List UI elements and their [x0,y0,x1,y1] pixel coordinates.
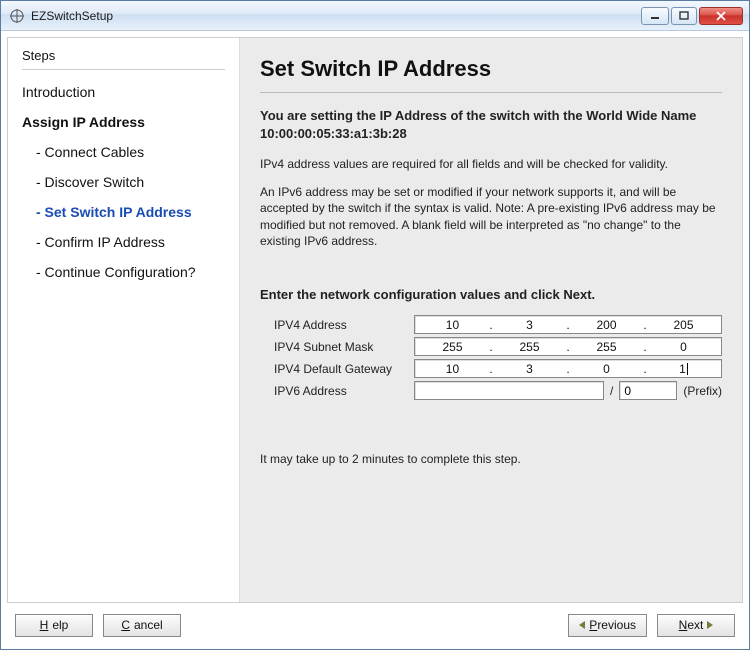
label-ipv4-mask: IPV4 Subnet Mask [274,340,414,354]
ipv4-gateway-input[interactable]: 10. 3. 0. 1 [414,359,722,378]
info-ipv4: IPv4 address values are required for all… [260,156,722,172]
previous-button[interactable]: Previous [568,614,647,637]
label-ipv4-gateway: IPV4 Default Gateway [274,362,414,376]
ipv4-addr-oct1[interactable]: 10 [417,318,488,332]
lead-text: You are setting the IP Address of the sw… [260,107,722,142]
ipv4-gw-oct3[interactable]: 0 [571,362,642,376]
window-body: Steps Introduction Assign IP Address - C… [1,31,749,649]
row-ipv4-gateway: IPV4 Default Gateway 10. 3. 0. 1 [274,359,722,378]
ipv4-mask-input[interactable]: 255. 255. 255. 0 [414,337,722,356]
network-form: IPV4 Address 10. 3. 200. 205 IPV4 Subnet… [274,312,722,403]
label-prefix: (Prefix) [683,384,722,398]
close-button[interactable] [699,7,743,25]
content-area: Steps Introduction Assign IP Address - C… [7,37,743,603]
substep-discover-switch[interactable]: - Discover Switch [36,174,225,190]
titlebar: EZSwitchSetup [1,1,749,31]
page-title: Set Switch IP Address [260,56,722,82]
steps-header: Steps [22,48,225,63]
ipv4-mask-oct1[interactable]: 255 [417,340,488,354]
footer-bar: Help Cancel Previous Next [7,603,743,643]
app-icon [9,8,25,24]
substep-continue-config[interactable]: - Continue Configuration? [36,264,225,280]
window-title: EZSwitchSetup [31,9,641,23]
info-ipv6: An IPv6 address may be set or modified i… [260,184,722,249]
substep-connect-cables[interactable]: - Connect Cables [36,144,225,160]
window-controls [641,7,743,25]
label-ipv4-address: IPV4 Address [274,318,414,332]
ipv4-gw-oct1[interactable]: 10 [417,362,488,376]
row-ipv4-address: IPV4 Address 10. 3. 200. 205 [274,315,722,334]
step-introduction[interactable]: Introduction [22,84,225,100]
help-button[interactable]: Help [15,614,93,637]
cancel-button[interactable]: Cancel [103,614,181,637]
ipv6-address-input[interactable] [414,381,604,400]
label-ipv6-address: IPV6 Address [274,384,414,398]
ipv4-mask-oct4[interactable]: 0 [648,340,719,354]
ipv4-addr-oct3[interactable]: 200 [571,318,642,332]
substep-confirm-ip[interactable]: - Confirm IP Address [36,234,225,250]
substep-set-switch-ip[interactable]: - Set Switch IP Address [36,204,225,220]
ipv4-gw-oct4[interactable]: 1 [648,362,719,376]
step-assign-ip[interactable]: Assign IP Address [22,114,225,130]
maximize-button[interactable] [671,7,697,25]
ipv6-prefix-input[interactable] [619,381,677,400]
minimize-button[interactable] [641,7,669,25]
row-ipv4-mask: IPV4 Subnet Mask 255. 255. 255. 0 [274,337,722,356]
title-separator [260,92,722,93]
ipv4-addr-oct2[interactable]: 3 [494,318,565,332]
timing-note: It may take up to 2 minutes to complete … [260,451,722,467]
next-button[interactable]: Next [657,614,735,637]
app-window: EZSwitchSetup Steps Introduction Assign … [0,0,750,650]
steps-separator [22,69,225,70]
arrow-left-icon [579,621,585,629]
ipv4-mask-oct3[interactable]: 255 [571,340,642,354]
ipv4-addr-oct4[interactable]: 205 [648,318,719,332]
ipv6-slash: / [610,384,613,398]
arrow-right-icon [707,621,713,629]
ipv4-mask-oct2[interactable]: 255 [494,340,565,354]
ipv4-gw-oct2[interactable]: 3 [494,362,565,376]
steps-sidebar: Steps Introduction Assign IP Address - C… [8,38,240,602]
text-caret [687,363,688,375]
form-section-label: Enter the network configuration values a… [260,287,722,302]
row-ipv6-address: IPV6 Address / (Prefix) [274,381,722,400]
ipv4-address-input[interactable]: 10. 3. 200. 205 [414,315,722,334]
main-panel: Set Switch IP Address You are setting th… [240,38,742,602]
